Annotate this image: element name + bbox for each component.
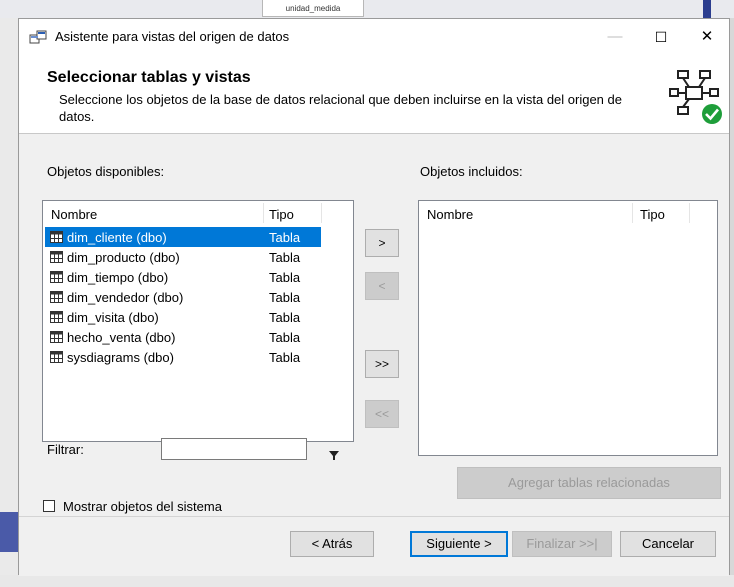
list-item[interactable]: dim_tiempo (dbo) Tabla — [45, 267, 321, 287]
object-name: sysdiagrams (dbo) — [67, 350, 174, 365]
column-divider — [321, 203, 322, 223]
wizard-footer: < Atrás Siguiente > Finalizar >>| Cancel… — [19, 516, 729, 576]
table-icon — [50, 331, 63, 343]
object-type: Tabla — [269, 230, 301, 245]
background-bottom-strip — [0, 575, 734, 587]
object-type: Tabla — [269, 250, 301, 265]
table-icon — [50, 311, 63, 323]
list-item[interactable]: sysdiagrams (dbo) Tabla — [45, 347, 321, 367]
object-name: dim_producto (dbo) — [67, 250, 180, 265]
available-objects-list[interactable]: Nombre Tipo dim_cliente (dbo) Tabla dim_… — [42, 200, 354, 442]
background-left-accent — [0, 512, 18, 552]
data-source-view-icon — [669, 70, 722, 124]
background-tab: unidad_medida — [262, 0, 364, 17]
available-objects-label: Objetos disponibles: — [47, 164, 165, 179]
background-left-panel — [0, 18, 18, 587]
column-header-type[interactable]: Tipo — [269, 207, 294, 222]
add-all-button[interactable]: >> — [365, 350, 399, 378]
table-icon — [50, 291, 63, 303]
object-name: dim_vendedor (dbo) — [67, 290, 184, 305]
data-source-view-wizard: Asistente para vistas del origen de dato… — [18, 18, 730, 576]
remove-selected-button[interactable]: < — [365, 272, 399, 300]
table-icon — [50, 271, 63, 283]
add-selected-button[interactable]: > — [365, 229, 399, 257]
background-app-strip — [0, 0, 734, 18]
page-description: Seleccione los objetos de la base de dat… — [59, 92, 622, 124]
next-button[interactable]: Siguiente > — [410, 531, 508, 557]
background-right-edge — [730, 18, 734, 587]
list-item[interactable]: dim_visita (dbo) Tabla — [45, 307, 321, 327]
filter-funnel-icon[interactable] — [329, 451, 339, 460]
table-icon — [50, 351, 63, 363]
object-type: Tabla — [269, 290, 301, 305]
add-related-tables-button[interactable]: Agregar tablas relacionadas — [457, 467, 721, 499]
remove-all-button[interactable]: << — [365, 400, 399, 428]
list-item[interactable]: dim_vendedor (dbo) Tabla — [45, 287, 321, 307]
page-title: Seleccionar tablas y vistas — [47, 69, 251, 86]
minimize-button[interactable]: — — [592, 19, 638, 55]
finish-button[interactable]: Finalizar >>| — [512, 531, 612, 557]
column-header-name[interactable]: Nombre — [427, 207, 473, 222]
table-icon — [50, 231, 63, 243]
window-title: Asistente para vistas del origen de dato… — [55, 29, 290, 44]
filter-label: Filtrar: — [47, 442, 84, 457]
close-button[interactable]: ✕ — [684, 19, 730, 55]
object-type: Tabla — [269, 350, 301, 365]
object-name: hecho_venta (dbo) — [67, 330, 176, 345]
list-item[interactable]: dim_cliente (dbo) Tabla — [45, 227, 321, 247]
filter-input[interactable] — [161, 438, 307, 460]
object-type: Tabla — [269, 310, 301, 325]
maximize-button[interactable]: ☐ — [638, 19, 684, 55]
show-system-objects-label: Mostrar objetos del sistema — [63, 499, 222, 514]
list-item[interactable]: dim_producto (dbo) Tabla — [45, 247, 321, 267]
list-item[interactable]: hecho_venta (dbo) Tabla — [45, 327, 321, 347]
object-type: Tabla — [269, 330, 301, 345]
cancel-button[interactable]: Cancelar — [620, 531, 716, 557]
background-accent-bar — [703, 0, 711, 20]
object-type: Tabla — [269, 270, 301, 285]
column-header-type[interactable]: Tipo — [640, 207, 665, 222]
back-button[interactable]: < Atrás — [290, 531, 374, 557]
column-divider — [263, 203, 264, 223]
title-bar: Asistente para vistas del origen de dato… — [19, 19, 729, 55]
wizard-header: Seleccionar tablas y vistas Seleccione l… — [19, 55, 729, 134]
column-divider — [689, 203, 690, 223]
column-header-name[interactable]: Nombre — [51, 207, 97, 222]
object-name: dim_cliente (dbo) — [67, 230, 167, 245]
column-divider — [632, 203, 633, 223]
object-name: dim_tiempo (dbo) — [67, 270, 169, 285]
show-system-objects-checkbox[interactable] — [43, 500, 55, 512]
included-objects-list[interactable]: Nombre Tipo — [418, 200, 718, 456]
table-icon — [50, 251, 63, 263]
object-name: dim_visita (dbo) — [67, 310, 159, 325]
included-objects-label: Objetos incluidos: — [420, 164, 523, 179]
wizard-app-icon — [29, 30, 47, 44]
